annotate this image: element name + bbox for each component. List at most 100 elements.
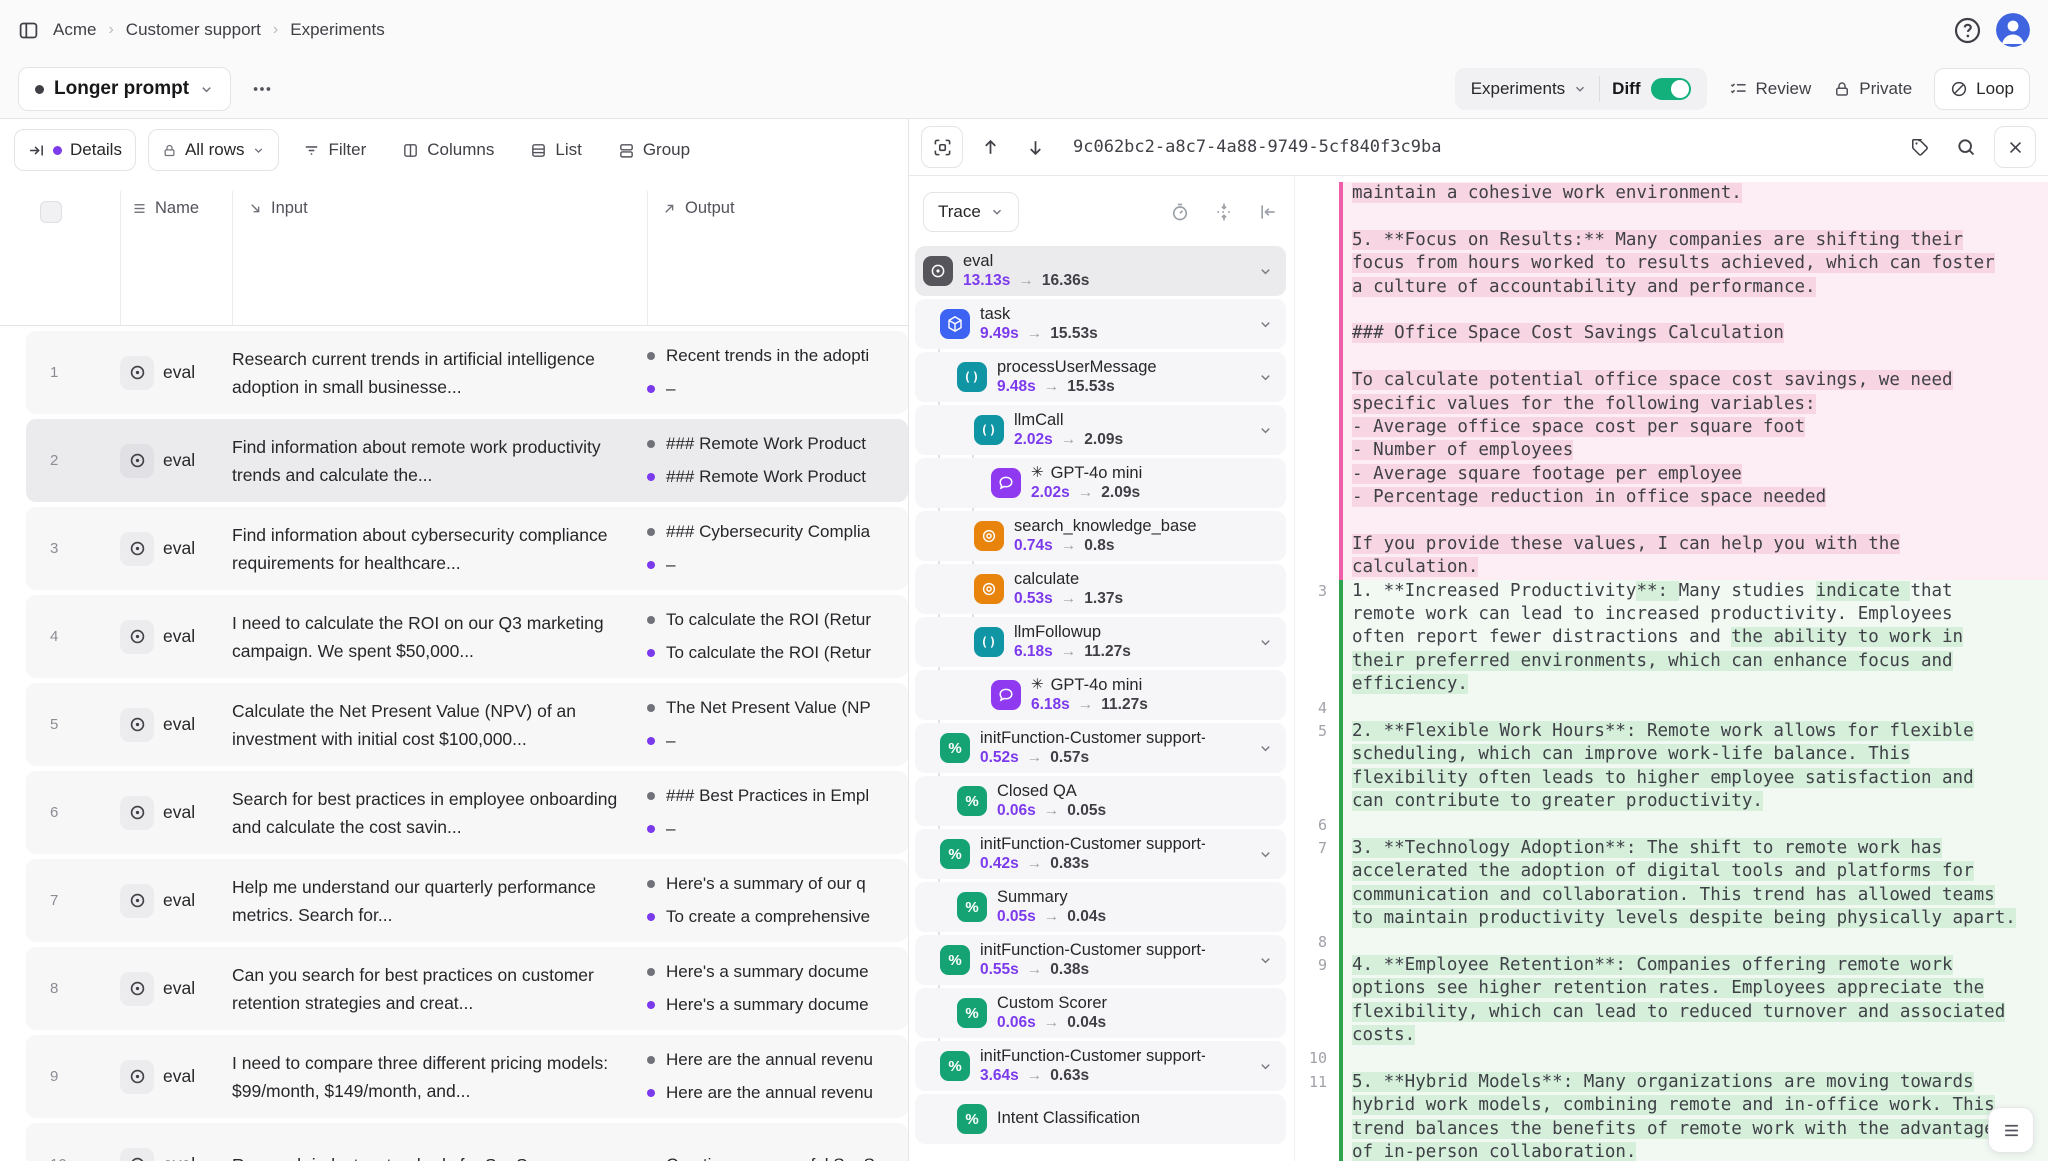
trace-span-row[interactable]: ✳GPT-4o mini6.18s→11.27s xyxy=(915,670,1286,720)
table-row[interactable]: 1evalResearch current trends in artifici… xyxy=(26,331,908,414)
chevron-down-icon xyxy=(1573,82,1587,96)
trace-span-row[interactable]: ()llmCall2.02s→2.09s xyxy=(915,405,1286,455)
chevron-down-icon[interactable] xyxy=(1258,423,1273,438)
chevron-down-icon[interactable] xyxy=(1258,370,1273,385)
table-row[interactable]: 5evalCalculate the Net Present Value (NP… xyxy=(26,683,908,766)
row-number: 3 xyxy=(26,540,120,557)
close-icon[interactable] xyxy=(1994,126,2036,168)
previous-row-icon[interactable] xyxy=(973,138,1008,157)
span-type-scorer-icon: % xyxy=(940,733,970,763)
trace-view-label: Trace xyxy=(938,202,981,222)
span-name: task xyxy=(980,305,1098,325)
diff-line-text: costs. xyxy=(1343,1024,2048,1047)
table-row[interactable]: 8evalCan you search for best practices o… xyxy=(26,947,908,1030)
breadcrumb-item-acme[interactable]: Acme xyxy=(53,20,96,40)
select-all-checkbox[interactable] xyxy=(40,201,62,223)
loop-label: Loop xyxy=(1976,79,2014,99)
chevron-down-icon[interactable] xyxy=(1258,741,1273,756)
review-button[interactable]: Review xyxy=(1729,79,1812,99)
help-icon[interactable] xyxy=(1953,16,1982,45)
output-text: – xyxy=(666,379,675,399)
experiment-selector[interactable]: Longer prompt xyxy=(18,67,231,111)
span-name-text: initFunction-Customer support-C... xyxy=(980,835,1205,855)
eval-icon xyxy=(120,1148,154,1161)
trace-span-row[interactable]: %Intent Classification xyxy=(915,1094,1286,1144)
diff-line-text: specific values for the following variab… xyxy=(1343,393,2048,416)
trace-span-row[interactable]: ()processUserMessage9.48s→15.53s xyxy=(915,352,1286,402)
column-header-name[interactable]: Name xyxy=(132,199,199,218)
table-row[interactable]: 3evalFind information about cybersecurit… xyxy=(26,507,908,590)
trace-span-row[interactable]: %Summary0.05s→0.04s xyxy=(915,882,1286,932)
table-row[interactable]: 4evalI need to calculate the ROI on our … xyxy=(26,595,908,678)
timing-icon[interactable] xyxy=(1170,202,1190,222)
details-button[interactable]: Details xyxy=(14,129,136,171)
diff-line-number xyxy=(1295,743,1339,766)
columns-button[interactable]: Columns xyxy=(390,129,506,171)
chevron-down-icon[interactable] xyxy=(1258,953,1273,968)
trace-span-row[interactable]: %initFunction-Customer support-C...0.55s… xyxy=(915,935,1286,985)
trace-span-row[interactable]: ()llmFollowup6.18s→11.27s xyxy=(915,617,1286,667)
trace-span-row[interactable]: ✳GPT-4o mini2.02s→2.09s xyxy=(915,458,1286,508)
sidebar-toggle-icon[interactable] xyxy=(18,20,39,41)
span-durations: 9.49s→15.53s xyxy=(980,325,1098,343)
user-avatar[interactable] xyxy=(1996,13,2030,47)
trace-span-row[interactable]: calculate0.53s→1.37s xyxy=(915,564,1286,614)
row-number: 2 xyxy=(26,452,120,469)
table-row[interactable]: 9evalI need to compare three different p… xyxy=(26,1035,908,1118)
filter-button[interactable]: Filter xyxy=(291,129,378,171)
diff-line-removed: ### Office Space Cost Savings Calculatio… xyxy=(1295,322,2048,345)
row-name-cell: eval xyxy=(120,1148,232,1161)
span-name-text: calculate xyxy=(1014,570,1079,590)
chevron-down-icon[interactable] xyxy=(1258,317,1273,332)
search-icon[interactable] xyxy=(1948,137,1984,157)
breadcrumb-item-experiments[interactable]: Experiments xyxy=(290,20,384,40)
collapse-panel-left-icon[interactable] xyxy=(1258,202,1278,222)
arrow-icon: → xyxy=(1078,484,1094,502)
column-header-input[interactable]: Input xyxy=(248,199,308,218)
chevron-down-icon[interactable] xyxy=(1258,635,1273,650)
table-row[interactable]: 2evalFind information about remote work … xyxy=(26,419,908,502)
table-row[interactable]: 6evalSearch for best practices in employ… xyxy=(26,771,908,854)
breadcrumb-item-project[interactable]: Customer support xyxy=(126,20,261,40)
output-line: – xyxy=(647,379,908,399)
row-number: 4 xyxy=(26,628,120,645)
trace-span-row[interactable]: task9.49s→15.53s xyxy=(915,299,1286,349)
output-menu-icon[interactable] xyxy=(1988,1107,2034,1153)
tag-icon[interactable] xyxy=(1902,137,1938,157)
private-button[interactable]: Private xyxy=(1833,79,1912,99)
next-row-icon[interactable] xyxy=(1018,138,1053,157)
column-header-output[interactable]: Output xyxy=(662,199,735,218)
view-selector[interactable]: Experiments xyxy=(1459,68,1599,110)
table-row[interactable]: 7evalHelp me understand our quarterly pe… xyxy=(26,859,908,942)
all-rows-filter[interactable]: All rows xyxy=(148,129,280,171)
collapse-vertical-icon[interactable] xyxy=(1214,202,1234,222)
diff-line-added: 10 xyxy=(1295,1047,2048,1070)
span-info: task9.49s→15.53s xyxy=(980,305,1098,344)
experiment-status-dot xyxy=(35,85,44,94)
diff-line-text: flexibility, which can lead to reduced t… xyxy=(1343,1001,2048,1024)
diff-line-removed: a culture of accountability and performa… xyxy=(1295,276,2048,299)
diff-toggle[interactable] xyxy=(1651,78,1691,100)
trace-span-row[interactable]: eval13.13s→16.36s xyxy=(915,246,1286,296)
expand-fullscreen-icon[interactable] xyxy=(921,126,963,168)
chevron-down-icon[interactable] xyxy=(1258,1059,1273,1074)
trace-span-row[interactable]: search_knowledge_base0.74s→0.8s xyxy=(915,511,1286,561)
chevron-down-icon[interactable] xyxy=(1258,847,1273,862)
trace-id: 9c062bc2-a8c7-4a88-9749-5cf840f3c9ba xyxy=(1073,137,1441,157)
diff-line-text xyxy=(1343,931,2048,954)
trace-view-selector[interactable]: Trace xyxy=(923,192,1019,232)
trace-span-row[interactable]: %initFunction-Customer support-C...0.52s… xyxy=(915,723,1286,773)
trace-span-row[interactable]: %initFunction-Customer support-C...0.42s… xyxy=(915,829,1286,879)
span-info: Custom Scorer0.06s→0.04s xyxy=(997,994,1107,1033)
chevron-down-icon[interactable] xyxy=(1258,264,1273,279)
trace-span-row[interactable]: %Custom Scorer0.06s→0.04s xyxy=(915,988,1286,1038)
list-button[interactable]: List xyxy=(518,129,593,171)
trace-span-row[interactable]: %initFunction-Customer support-C...3.64s… xyxy=(915,1041,1286,1091)
trace-span-row[interactable]: %Closed QA0.06s→0.05s xyxy=(915,776,1286,826)
span-type-scorer-icon: % xyxy=(957,1104,987,1134)
row-name-cell: eval xyxy=(120,884,232,918)
group-button[interactable]: Group xyxy=(606,129,702,171)
loop-button[interactable]: Loop xyxy=(1934,68,2030,110)
more-options-icon[interactable] xyxy=(243,78,281,100)
table-row[interactable]: 10evalResearch industry standards for Sa… xyxy=(26,1123,908,1161)
